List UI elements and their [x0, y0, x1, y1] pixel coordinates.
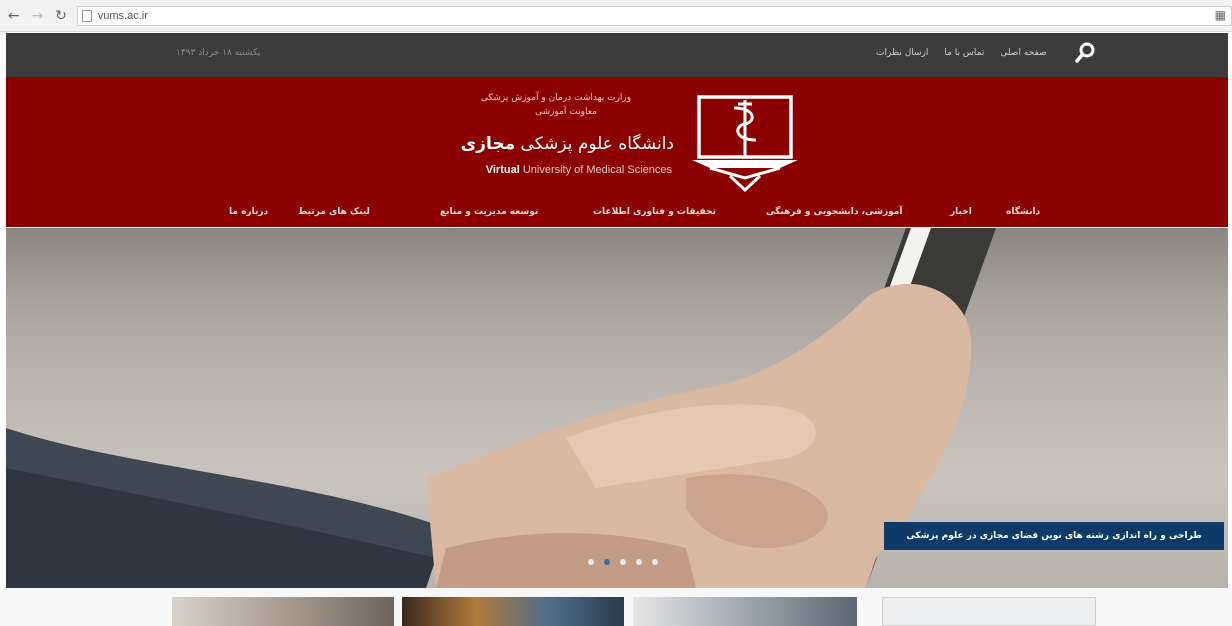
site-title-fa-regular: دانشگاه علوم پزشکی	[515, 134, 674, 154]
news-thumbnail[interactable]	[402, 597, 624, 626]
top-link-feedback[interactable]: ارسال نظرات	[876, 48, 928, 58]
news-thumbnail[interactable]	[882, 597, 1096, 626]
back-icon[interactable]: ←	[4, 6, 24, 26]
nav-item-university[interactable]: دانشگاه	[1006, 207, 1040, 217]
site-title-fa[interactable]: دانشگاه علوم پزشکی مجازی	[452, 134, 674, 154]
nav-item-about[interactable]: درباره ما	[229, 207, 268, 217]
forward-icon[interactable]: →	[28, 6, 48, 26]
top-bar: یکشنبه ۱۸ خرداد ۱۳۹۳ صفحه اصلی تماس با م…	[6, 33, 1228, 77]
hero-slider[interactable]: طراحی و راه اندازی رشته های نوین فضای مج…	[6, 228, 1228, 588]
nav-item-news[interactable]: اخبار	[950, 207, 972, 217]
news-thumbnail[interactable]	[172, 597, 394, 626]
top-link-home[interactable]: صفحه اصلی	[1000, 48, 1046, 58]
top-link-contact[interactable]: تماس با ما	[944, 48, 984, 58]
top-links: صفحه اصلی تماس با ما ارسال نظرات	[876, 48, 1047, 58]
address-bar[interactable]: vums.ac.ir	[76, 5, 1232, 26]
slider-dot[interactable]	[636, 559, 642, 565]
slider-dot-active[interactable]	[604, 559, 610, 565]
nav-item-management[interactable]: توسعه مدیریت و منابع	[440, 207, 538, 217]
ministry-text: وزارت بهداشت درمان و آموزش پزشکی	[480, 93, 632, 103]
slider-dot[interactable]	[588, 559, 594, 565]
nav-item-research[interactable]: تحقیقات و فناوری اطلاعات	[593, 207, 716, 217]
nav-item-education[interactable]: آموزشی، دانشجویی و فرهنگی	[766, 207, 902, 217]
slider-dots	[588, 559, 658, 565]
slider-dot[interactable]	[620, 559, 626, 565]
deputy-text: معاونت آموزشی	[535, 107, 597, 117]
hero-caption[interactable]: طراحی و راه اندازی رشته های نوین فضای مج…	[884, 522, 1224, 550]
reload-icon[interactable]: ↻	[51, 6, 71, 26]
date-text: یکشنبه ۱۸ خرداد ۱۳۹۳	[176, 48, 261, 58]
extension-icon[interactable]: ▦	[1215, 8, 1226, 22]
search-icon[interactable]	[1074, 41, 1096, 65]
nav-item-links[interactable]: لینک های مرتبط	[298, 207, 370, 217]
thumbnail-row	[0, 588, 1232, 626]
site-title-fa-bold: مجازی	[460, 134, 516, 154]
browser-toolbar: ← → ↻ vums.ac.ir ▦	[0, 0, 1232, 32]
site-title-en[interactable]: Virtual University of Medical Sciences	[450, 164, 672, 176]
slider-dot[interactable]	[652, 559, 658, 565]
page-icon	[81, 9, 92, 22]
university-logo[interactable]	[690, 94, 800, 194]
site-title-en-bold: Virtual	[485, 164, 520, 176]
main-nav: دانشگاه اخبار آموزشی، دانشجویی و فرهنگی …	[12, 200, 1232, 227]
url-text: vums.ac.ir	[97, 9, 148, 22]
site-title-en-regular: University of Medical Sciences	[519, 164, 672, 176]
news-thumbnail[interactable]	[633, 597, 857, 626]
site-header: وزارت بهداشت درمان و آموزش پزشکی معاونت …	[6, 77, 1228, 227]
